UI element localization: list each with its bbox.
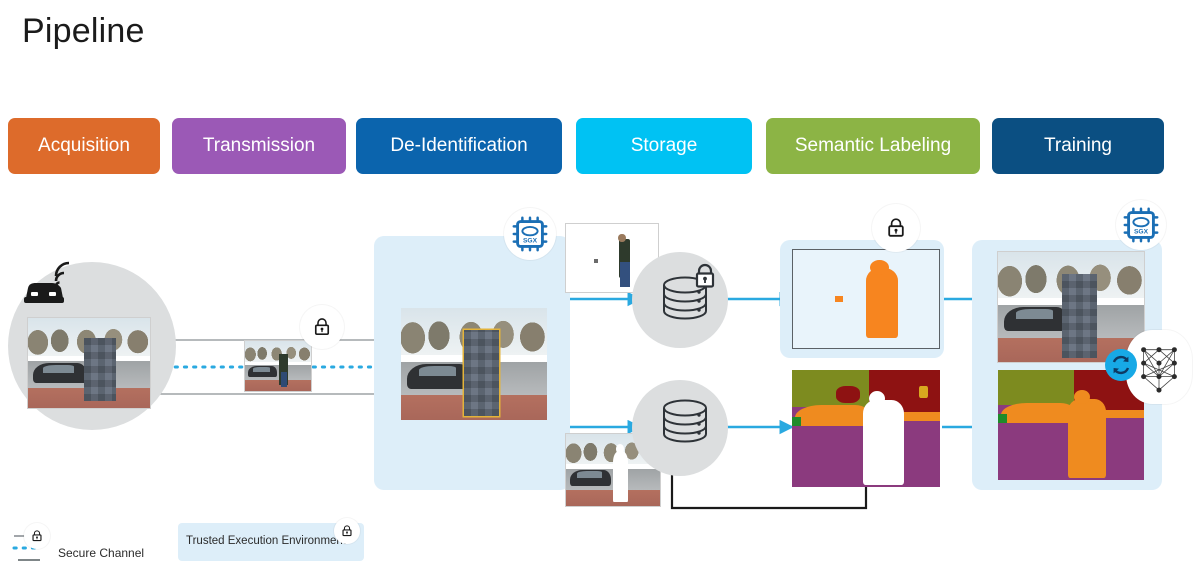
legend-secure-channel-label: Secure Channel	[58, 546, 145, 560]
pipeline-stage-bar: Acquisition Transmission De-Identificati…	[0, 118, 1200, 174]
svg-text:SGX: SGX	[1134, 229, 1149, 236]
lock-icon	[32, 530, 42, 542]
legend-secure-channel-lock-badge	[24, 523, 50, 549]
lock-icon	[695, 263, 715, 288]
stage-chip-transmission[interactable]: Transmission	[172, 118, 346, 174]
svg-text:SGX: SGX	[523, 238, 538, 245]
de-identification-sgx-badge: SGX	[504, 208, 556, 260]
stage-chip-training[interactable]: Training	[992, 118, 1164, 174]
lock-icon	[314, 318, 330, 335]
stage-label: Training	[1044, 135, 1112, 156]
lock-icon	[888, 218, 904, 237]
training-top-photo	[998, 252, 1144, 362]
page-title: Pipeline	[22, 12, 145, 50]
semantic-segmentation-map	[792, 370, 940, 487]
stage-label: Acquisition	[38, 135, 130, 156]
lock-icon	[342, 525, 352, 537]
stage-chip-storage[interactable]: Storage	[576, 118, 752, 174]
transmission-lock-badge	[300, 305, 344, 349]
detection-frame	[792, 249, 940, 349]
neural-network-icon	[1141, 347, 1177, 393]
database-cylinder-icon	[655, 396, 717, 460]
stage-label: De-Identification	[390, 135, 528, 156]
intel-sgx-chip-icon: SGX	[512, 216, 548, 252]
acquisition-photo	[28, 318, 150, 408]
training-sgx-badge: SGX	[1116, 200, 1166, 250]
stage-chip-de-identification[interactable]: De-Identification	[356, 118, 562, 174]
car-with-wifi-icon	[22, 261, 78, 308]
slide-canvas: Pipeline Acquisition Transmission De-Ide…	[0, 0, 1200, 577]
de-identification-photo	[401, 308, 547, 420]
semantic-labeling-lock-badge	[872, 204, 920, 252]
intel-sgx-chip-icon: SGX	[1123, 207, 1159, 243]
stage-label: Storage	[630, 135, 698, 156]
transmission-photo	[245, 341, 311, 391]
training-bottom-photo	[998, 370, 1144, 480]
legend-tee-label: Trusted Execution Environment	[186, 535, 347, 547]
sync-refresh-icon[interactable]	[1104, 348, 1138, 382]
stage-label: Semantic Labeling	[794, 135, 952, 156]
stage-chip-semantic-labeling[interactable]: Semantic Labeling	[766, 118, 980, 174]
legend-tee-lock-badge	[334, 518, 360, 544]
locked-database-icon	[655, 262, 725, 334]
stage-chip-acquisition[interactable]: Acquisition	[8, 118, 160, 174]
stage-label: Transmission	[202, 135, 316, 156]
